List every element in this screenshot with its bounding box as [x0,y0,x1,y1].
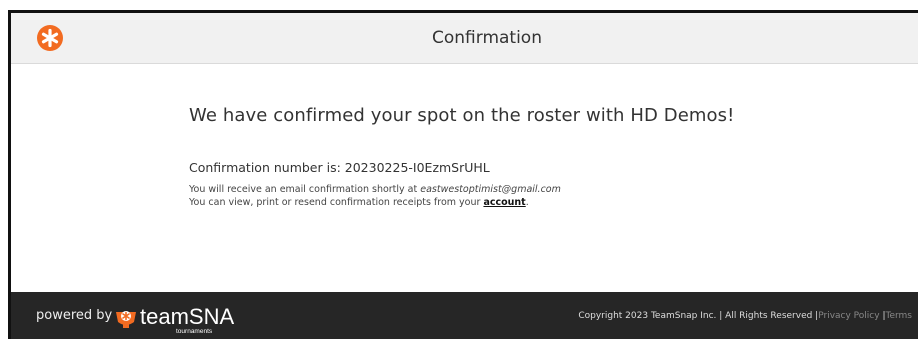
receipts-notice-text: You can view, print or resend confirmati… [189,197,484,208]
email-address: eastwestoptimist@gmail.com [420,184,561,195]
terms-link[interactable]: Terms [885,311,912,321]
confirmation-number: Confirmation number is: 20230225-I0EzmSr… [189,160,490,175]
tournaments-brand-text: tournaments [176,328,213,335]
copyright-bar: Copyright 2023 TeamSnap Inc. | All Right… [578,311,912,321]
receipts-notice: You can view, print or resend confirmati… [189,196,889,209]
teamsnap-brand-text: teamSNAP [140,304,234,329]
confirmation-headline: We have confirmed your spot on the roste… [189,105,735,126]
email-notice-text: You will receive an email confirmation s… [189,184,421,195]
confirmation-content: We have confirmed your spot on the roste… [189,105,889,209]
email-notice: You will receive an email confirmation s… [189,183,889,196]
teamsnap-trophy-icon [116,311,136,328]
footer: powered by teamSNAP tournaments Copyrigh… [11,292,918,339]
receipts-notice-suffix: . [525,197,529,208]
header: Confirmation [11,13,918,64]
page-frame: Confirmation We have confirmed your spot… [8,10,918,339]
account-link[interactable]: account [483,197,525,208]
copyright-text: Copyright 2023 TeamSnap Inc. | All Right… [578,311,819,321]
teamsnap-tournaments-logo[interactable]: teamSNAP tournaments [114,302,234,336]
powered-by-label: powered by [36,308,113,323]
page-title: Confirmation [432,28,542,48]
privacy-policy-link[interactable]: Privacy Policy [818,311,879,321]
